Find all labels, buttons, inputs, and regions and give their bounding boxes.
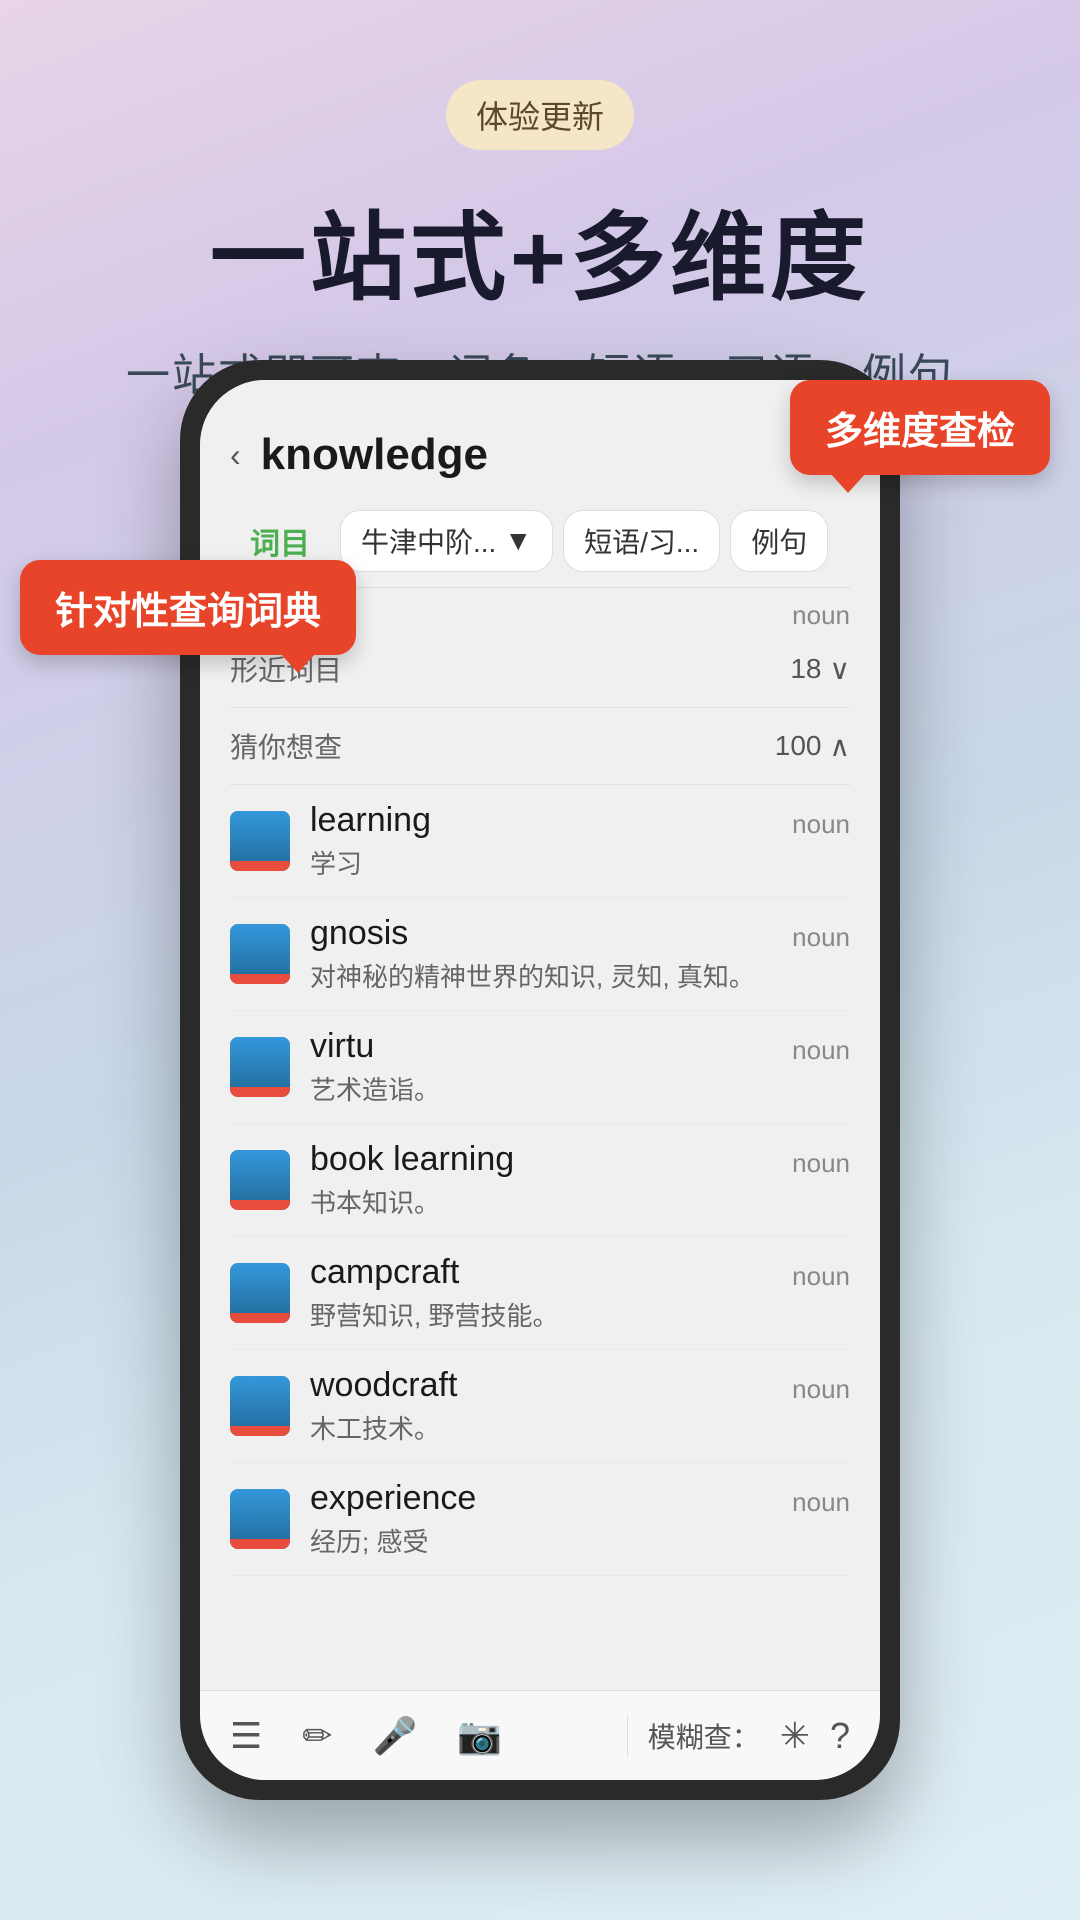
word-item[interactable]: learning 学习 noun <box>230 785 850 898</box>
asterisk-icon[interactable]: ✳ <box>780 1715 810 1757</box>
main-title: 一站式+多维度 <box>0 180 1080 319</box>
word-title: learning <box>310 801 792 840</box>
word-icon <box>230 811 290 871</box>
word-icon <box>230 1150 290 1210</box>
word-pos: noun <box>792 1148 850 1179</box>
word-pos: noun <box>792 1261 850 1292</box>
guess-label: 猜你想查 <box>230 726 342 766</box>
toolbar-divider <box>627 1716 628 1756</box>
word-title: campcraft <box>310 1253 792 1292</box>
callout-left: 针对性查询词典 <box>20 560 356 655</box>
word-icon <box>230 1489 290 1549</box>
word-meaning: 经历; 感受 <box>310 1522 792 1559</box>
dict-header: ‹ knowledge 词目 牛津中阶... ▼ 短语/习... 例句 <box>200 380 880 588</box>
tab-dictionary-dropdown[interactable]: 牛津中阶... ▼ <box>340 510 553 572</box>
question-icon[interactable]: ? <box>830 1715 850 1757</box>
word-item[interactable]: experience 经历; 感受 noun <box>230 1463 850 1576</box>
word-icon <box>230 924 290 984</box>
word-item[interactable]: virtu 艺术造诣。 noun <box>230 1011 850 1124</box>
search-word: knowledge <box>261 430 488 480</box>
word-info: book learning 书本知识。 <box>310 1140 792 1220</box>
word-item[interactable]: gnosis 对神秘的精神世界的知识, 灵知, 真知。 noun <box>230 898 850 1011</box>
menu-icon[interactable]: ☰ <box>230 1715 262 1757</box>
word-meaning: 野营知识, 野营技能。 <box>310 1296 792 1333</box>
word-meaning: 书本知识。 <box>310 1183 792 1220</box>
tab-phrases[interactable]: 短语/习... <box>563 510 720 572</box>
word-pos: noun <box>792 1487 850 1518</box>
word-info: learning 学习 <box>310 801 792 881</box>
word-meaning: 木工技术。 <box>310 1409 792 1446</box>
tab-examples[interactable]: 例句 <box>730 510 828 572</box>
word-info: woodcraft 木工技术。 <box>310 1366 792 1446</box>
badge-label: 体验更新 <box>446 80 634 150</box>
camera-icon[interactable]: 📷 <box>457 1715 502 1757</box>
mic-icon[interactable]: 🎤 <box>372 1715 417 1757</box>
word-item[interactable]: woodcraft 木工技术。 noun <box>230 1350 850 1463</box>
guess-section[interactable]: 猜你想查 100 ∧ <box>230 708 850 785</box>
word-icon <box>230 1376 290 1436</box>
word-info: virtu 艺术造诣。 <box>310 1027 792 1107</box>
word-item[interactable]: campcraft 野营知识, 野营技能。 noun <box>230 1237 850 1350</box>
word-icon <box>230 1037 290 1097</box>
bottom-toolbar: ☰ ✏ 🎤 📷 模糊查： ✳ ? <box>200 1690 880 1780</box>
word-info: gnosis 对神秘的精神世界的知识, 灵知, 真知。 <box>310 914 792 994</box>
edit-icon[interactable]: ✏ <box>302 1715 332 1757</box>
word-icon <box>230 1263 290 1323</box>
toolbar-right: 模糊查： ✳ ? <box>648 1715 850 1757</box>
word-title: experience <box>310 1479 792 1518</box>
word-meaning: 学习 <box>310 844 792 881</box>
callout-top-right: 多维度查检 <box>790 380 1050 475</box>
similar-count: 18 ∨ <box>790 653 850 686</box>
word-item[interactable]: book learning 书本知识。 noun <box>230 1124 850 1237</box>
word-title: virtu <box>310 1027 792 1066</box>
word-meaning: 艺术造诣。 <box>310 1070 792 1107</box>
word-info: campcraft 野营知识, 野营技能。 <box>310 1253 792 1333</box>
back-button[interactable]: ‹ <box>230 437 241 474</box>
word-pos: noun <box>792 1035 850 1066</box>
fuzzy-label: 模糊查： <box>648 1716 760 1756</box>
toolbar-left: ☰ ✏ 🎤 📷 <box>230 1715 607 1757</box>
word-pos: noun <box>792 809 850 840</box>
word-meaning: 对神秘的精神世界的知识, 灵知, 真知。 <box>310 957 792 994</box>
dict-nav: ‹ knowledge <box>230 410 850 495</box>
word-title: woodcraft <box>310 1366 792 1405</box>
guess-count: 100 ∧ <box>775 730 850 763</box>
dict-content: noun 形近词目 18 ∨ 猜你想查 100 ∧ <box>200 588 880 1576</box>
word-info: experience 经历; 感受 <box>310 1479 792 1559</box>
word-title: gnosis <box>310 914 792 953</box>
word-list: learning 学习 noun gnosis 对神秘的精神世界的知识, 灵知,… <box>230 785 850 1576</box>
word-title: book learning <box>310 1140 792 1179</box>
word-pos: noun <box>792 1374 850 1405</box>
word-pos: noun <box>792 922 850 953</box>
